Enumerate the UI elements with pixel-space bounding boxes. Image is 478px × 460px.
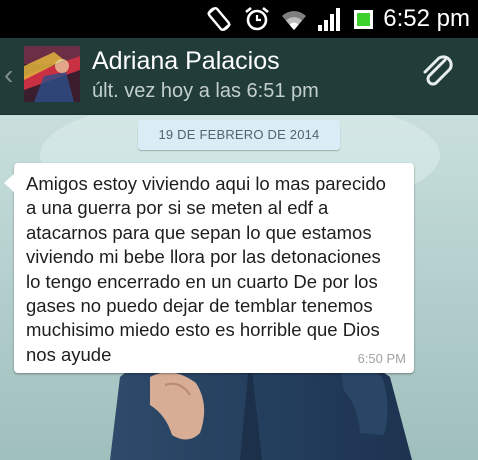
- message-text: Amigos estoy viviendo aqui lo mas pareci…: [26, 173, 386, 365]
- screen-rotation-icon: [205, 5, 233, 33]
- date-separator: 19 DE FEBRERO DE 2014: [138, 120, 340, 150]
- signal-bars-icon: [317, 6, 343, 32]
- chevron-left-icon[interactable]: ‹: [4, 60, 13, 90]
- message-timestamp: 6:50 PM: [357, 351, 406, 366]
- message-list[interactable]: 19 DE FEBRERO DE 2014 Amigos estoy vivie…: [0, 115, 478, 460]
- wifi-icon: [281, 6, 307, 32]
- contact-name[interactable]: Adriana Palacios: [92, 45, 280, 77]
- attach-button[interactable]: [414, 50, 462, 98]
- status-icons: [205, 5, 375, 33]
- paperclip-icon: [418, 52, 458, 97]
- avatar[interactable]: [24, 46, 80, 102]
- last-seen-status: últ. vez hoy a las 6:51 pm: [92, 80, 319, 102]
- bubble-tail: [4, 173, 15, 193]
- battery-icon: [353, 6, 375, 32]
- conversation-header: ‹ Adriana Palacios últ. vez hoy a las 6:…: [0, 38, 478, 115]
- status-clock: 6:52 pm: [383, 5, 470, 32]
- alarm-clock-icon: [243, 5, 271, 33]
- status-bar: 6:52 pm: [0, 0, 478, 38]
- message-bubble[interactable]: Amigos estoy viviendo aqui lo mas pareci…: [4, 163, 414, 373]
